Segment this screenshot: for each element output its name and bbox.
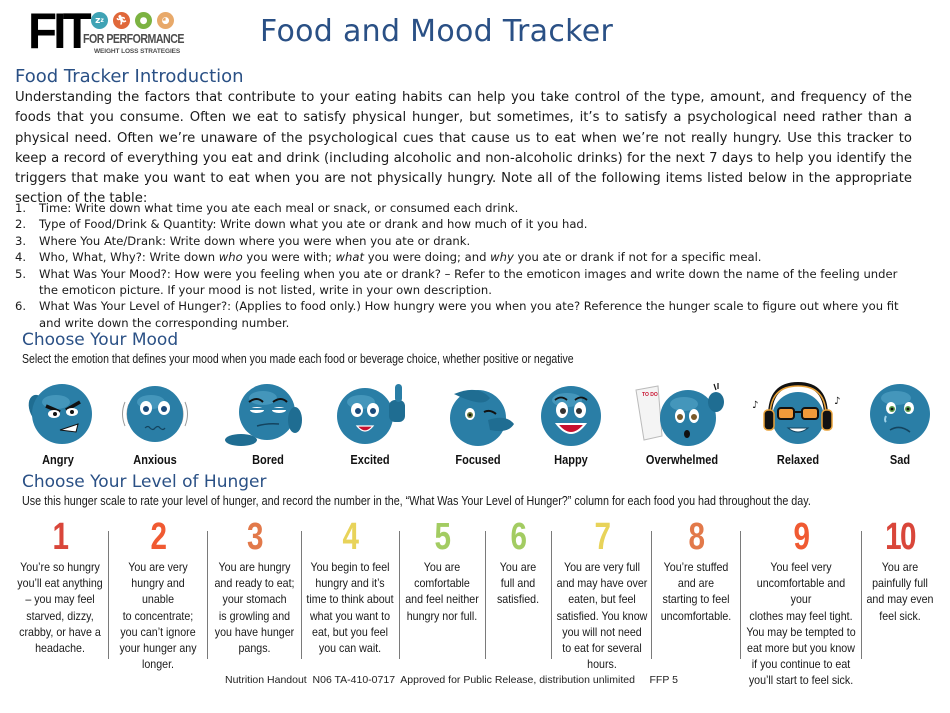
hunger-level-3[interactable]: 3 You are hungry and ready to eat; your … [208,515,301,675]
mood-label: Overwhelmed [645,453,719,467]
page-title: Food and Mood Tracker [260,14,614,49]
mood-option-anxious[interactable]: Anxious [105,376,205,468]
mood-label: Anxious [133,453,177,467]
svg-text:TO DO: TO DO [642,392,658,398]
list-item: 4. Who, What, Why?: Write down who you we… [15,250,762,265]
hunger-level-description: You begin to feel hungry and it’s time t… [306,561,394,656]
hunger-level-7[interactable]: 7 You are very full and may have over ea… [552,515,652,675]
mood-option-happy[interactable]: Happy [521,376,621,468]
hunger-level-description: You are painfully full and may even feel… [866,561,934,623]
hunger-level-number: 4 [342,516,359,558]
sad-face-icon [870,384,930,444]
happy-face-icon [541,386,601,446]
hunger-level-description: You are comfortable and feel neither hun… [405,561,479,623]
hunger-level-2[interactable]: 2 You are very hungry and unable to conc… [110,515,206,675]
apple-icon: ● [135,12,152,29]
intro-heading: Food Tracker Introduction [15,66,244,87]
list-item: 2. Type of Food/Drink & Quantity: Write d… [15,217,588,232]
mood-label: Excited [350,453,390,467]
footer-text: Nutrition Handout N06 TA-410-0717 Approv… [225,674,678,686]
hunger-level-number: 6 [510,516,527,558]
column-divider [108,531,109,659]
excited-face-icon [337,384,405,444]
mood-option-relaxed[interactable]: ♪ ♪ Relaxed [748,376,848,468]
hunger-level-description: You are very hungry and unable to concen… [119,561,197,672]
hunger-level-description: You’re so hungry you’ll eat anything – y… [17,561,103,656]
list-item: 6. What Was Your Level of Hunger?: (Appli… [15,299,899,330]
fit-for-performance-logo: FIT zz 🏃︎ ● ◕ FOR PERFORMANCE WEIGHT LOS… [28,3,188,59]
svg-text:♪: ♪ [752,400,758,411]
hunger-level-9[interactable]: 9 You feel very uncomfortable and your c… [741,515,861,687]
angry-face-icon [28,384,92,444]
bored-face-icon [225,384,302,446]
mood-label: Happy [554,453,588,467]
mood-options: Angry Anxious Bored Excited Focused Happ… [0,376,950,468]
hunger-level-10[interactable]: 10 You are painfully full and may even f… [862,515,938,675]
tracking-items-list: 1. Time: Write down what time you ate eac… [15,200,920,331]
svg-text:♪: ♪ [834,396,840,407]
mood-label: Sad [889,453,911,467]
mood-option-focused[interactable]: Focused [428,376,528,468]
runner-icon: 🏃︎ [113,12,130,29]
mood-option-excited[interactable]: Excited [320,376,420,468]
anxious-face-icon [122,386,188,442]
hunger-level-number: 8 [688,516,705,558]
hunger-level-number: 5 [434,516,451,558]
head-icon: ◕ [157,12,174,29]
hunger-level-description: You are very full and may have over eate… [556,561,648,672]
intro-paragraph: Understanding the factors that contribut… [15,90,912,207]
focused-face-icon [450,389,514,446]
hunger-level-number: 3 [247,516,263,558]
hunger-level-1[interactable]: 1 You’re so hungry you’ll eat anything –… [12,515,108,675]
mood-label: Relaxed [776,453,820,467]
hunger-level-5[interactable]: 5 You are comfortable and feel neither h… [400,515,484,675]
hunger-subtitle: Use this hunger scale to rate your level… [22,494,811,508]
hunger-scale: 1 You’re so hungry you’ll eat anything –… [0,515,950,687]
hunger-level-number: 7 [594,516,611,558]
mood-label: Focused [455,453,501,467]
mood-label: Bored [252,453,284,467]
mood-option-overwhelmed[interactable]: TO DO Overwhelmed [632,376,732,468]
mood-option-bored[interactable]: Bored [218,376,318,468]
hunger-level-description: You are hungry and ready to eat; your st… [214,561,295,656]
logo-wordmark: FIT [28,3,92,59]
logo-subtagline: WEIGHT LOSS STRATEGIES [94,48,181,55]
hunger-level-4[interactable]: 4 You begin to feel hungry and it’s time… [302,515,398,675]
list-item: 1. Time: Write down what time you ate eac… [15,201,519,215]
relaxed-face-icon: ♪ ♪ [752,381,840,444]
mood-heading: Choose Your Mood [22,330,179,350]
mood-option-sad[interactable]: Sad [850,376,950,468]
hunger-level-number: 1 [52,516,69,558]
sleep-icon: zz [91,12,108,29]
hunger-level-6[interactable]: 6 You are full and satisfied. [486,515,550,675]
hunger-level-description: You’re stuffed and are starting to feel … [660,561,732,623]
mood-label: Angry [42,453,74,467]
hunger-level-description: You feel very uncomfortable and your clo… [746,561,856,688]
hunger-level-number: 10 [885,516,916,558]
logo-tagline: FOR PERFORMANCE [83,32,184,46]
mood-subtitle: Select the emotion that defines your moo… [22,352,574,366]
list-item: 3. Where You Ate/Drank: Write down where … [15,233,471,248]
list-item: 5. What Was Your Mood?: How were you feel… [15,266,898,298]
mood-option-angry[interactable]: Angry [8,376,108,468]
overwhelmed-face-icon: TO DO [635,383,724,446]
hunger-heading: Choose Your Level of Hunger [22,472,267,492]
hunger-level-8[interactable]: 8 You’re stuffed and are starting to fee… [652,515,740,675]
hunger-level-description: You are full and satisfied. [496,561,540,607]
hunger-level-number: 2 [150,516,167,558]
logo-icon-row: zz 🏃︎ ● ◕ [91,12,174,29]
hunger-level-number: 9 [793,516,810,558]
